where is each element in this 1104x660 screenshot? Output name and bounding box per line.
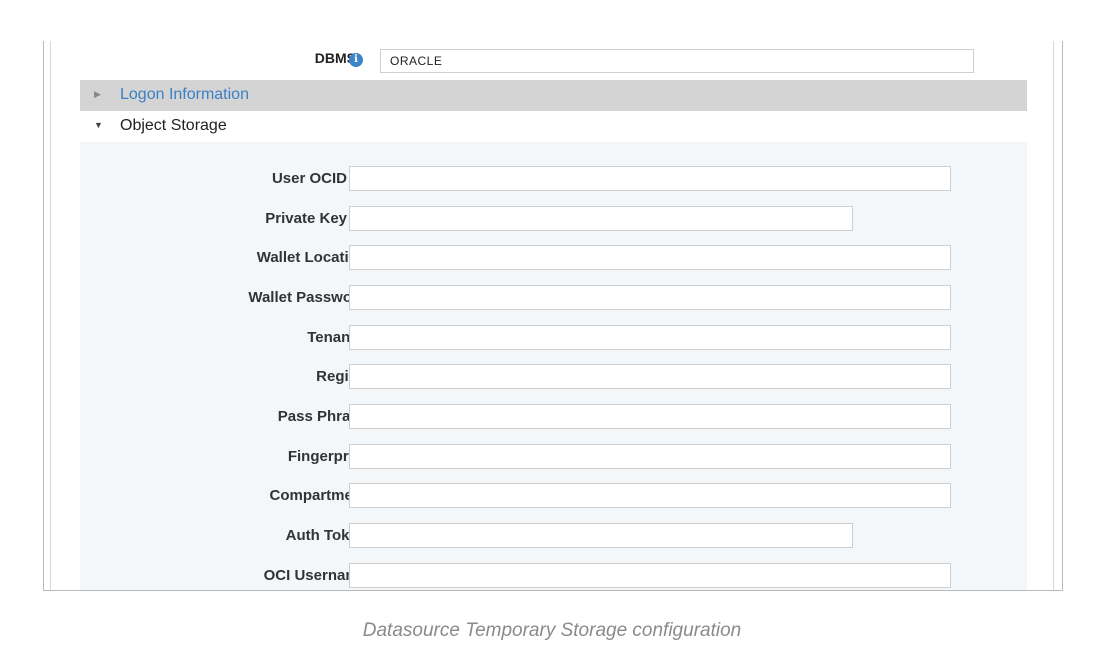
fingerprint-row: Fingerprint: [80, 444, 1027, 470]
region-row: Region: [80, 364, 1027, 390]
dbms-row: DBMS i: [44, 45, 1062, 73]
private-key-field[interactable]: [349, 206, 853, 231]
caret-down-icon: ▼: [94, 120, 103, 130]
wallet-password-field[interactable]: [349, 285, 951, 310]
caret-right-icon: ▶: [94, 89, 101, 99]
wallet-password-row: Wallet Password: [80, 285, 1027, 311]
object-storage-panel: User OCIDi Private Keyi Wallet Location …: [80, 142, 1027, 590]
auth-token-row: Auth Token: [80, 523, 1027, 549]
fingerprint-field[interactable]: [349, 444, 951, 469]
tenancy-row: Tenancy: [80, 325, 1027, 351]
auth-token-field[interactable]: [349, 523, 853, 548]
wallet-location-row: Wallet Location: [80, 245, 1027, 271]
oci-username-field[interactable]: [349, 563, 951, 588]
object-storage-title: Object Storage: [120, 117, 227, 134]
object-storage-section-header[interactable]: ▼ Object Storage: [80, 111, 1027, 142]
pass-phrase-row: Pass Phrase: [80, 404, 1027, 430]
dbms-field[interactable]: [380, 49, 974, 73]
pass-phrase-field[interactable]: [349, 404, 951, 429]
dbms-info-icon[interactable]: i: [349, 53, 363, 67]
region-field[interactable]: [349, 364, 951, 389]
private-key-row: Private Keyi: [80, 206, 1027, 232]
figure-caption: Datasource Temporary Storage configurati…: [362, 620, 742, 641]
logon-information-title[interactable]: Logon Information: [120, 86, 249, 104]
frame-right-rule: [1053, 41, 1054, 590]
logon-information-section-header[interactable]: ▶ Logon Information: [80, 80, 1027, 111]
datasource-form-frame: DBMS i ▶ Logon Information ▼ Object Stor…: [43, 41, 1063, 591]
compartment-field[interactable]: [349, 483, 951, 508]
wallet-location-field[interactable]: [349, 245, 951, 270]
oci-username-row: OCI Username: [80, 563, 1027, 589]
user-ocid-row: User OCIDi: [80, 166, 1027, 192]
compartment-row: Compartment: [80, 483, 1027, 509]
frame-left-rule: [50, 41, 51, 590]
user-ocid-field[interactable]: [349, 166, 951, 191]
tenancy-field[interactable]: [349, 325, 951, 350]
